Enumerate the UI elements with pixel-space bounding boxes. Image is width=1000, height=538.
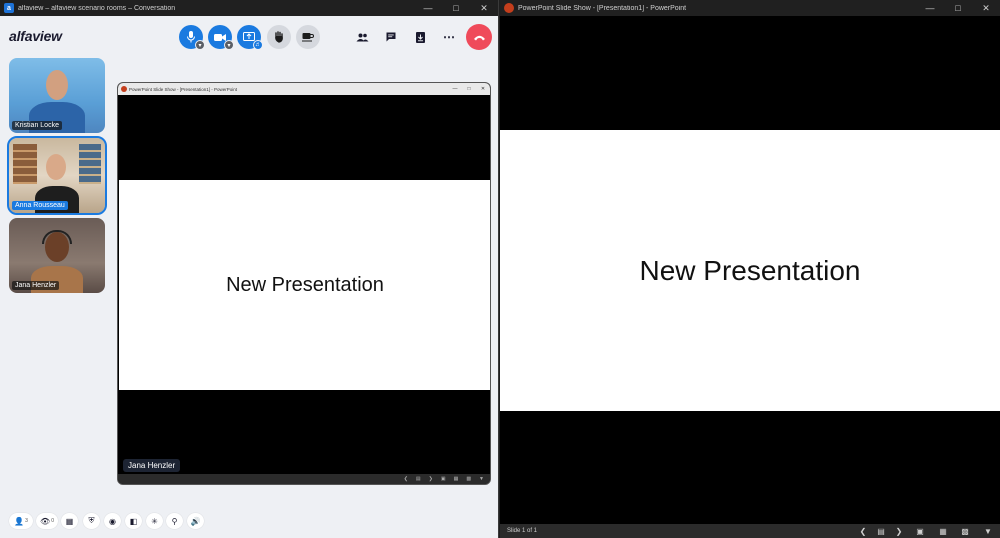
slide-sorter-icon[interactable]: ▦	[932, 527, 954, 536]
normal-view-icon[interactable]: ▣	[908, 527, 932, 536]
powerpoint-titlebar[interactable]: PowerPoint Slide Show - [Presentation1] …	[500, 0, 1000, 16]
next-slide-icon: ❯	[428, 476, 433, 482]
slide-menu-icon: ▤	[415, 476, 421, 482]
microphone-icon	[187, 31, 195, 43]
camera-icon	[214, 33, 226, 41]
presenter-name-tag: Jana Henzler	[123, 459, 181, 472]
raise-hand-button[interactable]	[267, 25, 291, 49]
slide-counter: Slide 1 of 1	[507, 528, 538, 534]
picture-in-picture-button[interactable]: ◧	[125, 513, 142, 529]
viewers-count-button[interactable]: 👁 0	[36, 513, 58, 529]
close-icon[interactable]: ✕	[972, 0, 1000, 16]
maximize-icon[interactable]: □	[442, 0, 470, 16]
reactions-button[interactable]: ✳	[146, 513, 163, 529]
headset-icon	[42, 230, 72, 244]
person-icon: 👤	[14, 516, 25, 526]
speaker-button[interactable]: 🔊	[187, 513, 204, 529]
viewers-count: 0	[51, 518, 54, 524]
minimize-icon: —	[452, 86, 458, 92]
security-button[interactable]: ⛨	[83, 513, 100, 529]
powerpoint-icon	[504, 3, 514, 13]
minimize-icon[interactable]: —	[414, 0, 442, 16]
slide-show-icon[interactable]: ▼	[976, 527, 1000, 536]
search-icon: ⚲	[171, 516, 178, 526]
more-options-icon[interactable]: ⋯	[439, 27, 459, 47]
bookshelf	[79, 144, 101, 184]
download-icon[interactable]	[410, 27, 430, 47]
shield-icon: ⛨	[88, 516, 95, 525]
share-audio-icon[interactable]: ♬	[253, 40, 263, 50]
coffee-break-button[interactable]	[296, 25, 320, 49]
zoom-button[interactable]: ⚲	[166, 513, 183, 529]
bookshelf	[13, 144, 37, 184]
shared-slide-status-bar: ❮ ▤ ❯ ▣ ▦ ▩ ▼	[118, 474, 490, 484]
participant-face	[46, 70, 68, 100]
hang-up-icon	[473, 35, 485, 40]
participants-count-button[interactable]: 👤 3	[9, 513, 33, 529]
grid-icon: ▦	[65, 516, 74, 526]
record-icon: ◉	[109, 516, 116, 526]
normal-view-icon: ▣	[440, 476, 446, 482]
alfaview-window: a alfaview – alfaview scenario rooms – C…	[0, 0, 499, 538]
screen-share-icon	[243, 32, 255, 41]
maximize-icon: □	[467, 86, 471, 92]
picture-in-picture-icon: ◧	[129, 516, 138, 526]
slide-sorter-icon: ▦	[453, 476, 459, 482]
eye-icon: 👁	[40, 516, 51, 526]
previous-slide-icon[interactable]: ❮	[854, 527, 872, 536]
slide-menu-icon[interactable]: ▤	[872, 527, 890, 536]
slide-show-icon: ▼	[479, 476, 484, 482]
participant-name-tag: Jana Henzler	[12, 281, 60, 290]
alfaview-app-icon: a	[4, 3, 14, 13]
participant-tile-jana[interactable]: Jana Henzler	[9, 218, 105, 293]
previous-slide-icon: ❮	[403, 476, 408, 482]
shared-screen-view[interactable]: PowerPoint Slide Show - [Presentation1] …	[117, 82, 491, 485]
microphone-options-chevron-icon[interactable]: ▾	[195, 40, 205, 50]
powerpoint-slideshow-window: PowerPoint Slide Show - [Presentation1] …	[500, 0, 1000, 538]
grid-view-button[interactable]: ▦	[61, 513, 78, 529]
participant-tile-kristian[interactable]: Kristian Locke	[9, 58, 105, 133]
alfaview-window-title: alfaview – alfaview scenario rooms – Con…	[18, 4, 176, 12]
slideshow-status-bar: Slide 1 of 1 ❮ ▤ ❯ ▣ ▦ ▩ ▼	[500, 524, 1000, 538]
reading-view-icon[interactable]: ▩	[954, 527, 976, 536]
alfaview-titlebar[interactable]: a alfaview – alfaview scenario rooms – C…	[0, 0, 498, 16]
minimize-icon[interactable]: —	[916, 0, 944, 16]
maximize-icon[interactable]: □	[944, 0, 972, 16]
leave-call-button[interactable]	[466, 24, 492, 50]
alfaview-logo: alfaview	[9, 28, 62, 44]
reading-view-icon: ▩	[466, 476, 472, 482]
chat-icon[interactable]	[381, 27, 401, 47]
speaker-icon: 🔊	[190, 516, 201, 526]
participant-name-tag: Kristian Locke	[12, 121, 62, 130]
close-icon: ✕	[480, 86, 486, 92]
participant-face	[46, 154, 66, 180]
presentation-slide[interactable]: New Presentation	[500, 130, 1000, 411]
close-icon[interactable]: ✕	[470, 0, 498, 16]
shared-slide: New Presentation	[119, 180, 490, 390]
participants-icon[interactable]	[352, 27, 372, 47]
powerpoint-icon	[121, 86, 127, 92]
record-button[interactable]: ◉	[104, 513, 121, 529]
desktop: a alfaview – alfaview scenario rooms – C…	[0, 0, 1000, 538]
party-icon: ✳	[151, 516, 158, 526]
powerpoint-window-title: PowerPoint Slide Show - [Presentation1] …	[518, 4, 687, 12]
participants-count: 3	[25, 518, 28, 524]
raise-hand-icon	[275, 31, 283, 43]
shared-window-title: PowerPoint Slide Show - [Presentation1] …	[129, 86, 238, 92]
camera-options-chevron-icon[interactable]: ▾	[224, 40, 234, 50]
participant-name-tag: Anna Rousseau	[12, 201, 68, 210]
coffee-break-icon	[302, 33, 314, 42]
participant-tile-anna[interactable]: Anna Rousseau	[7, 136, 107, 215]
next-slide-icon[interactable]: ❯	[890, 527, 908, 536]
shared-window-titlebar: PowerPoint Slide Show - [Presentation1] …	[118, 83, 490, 95]
